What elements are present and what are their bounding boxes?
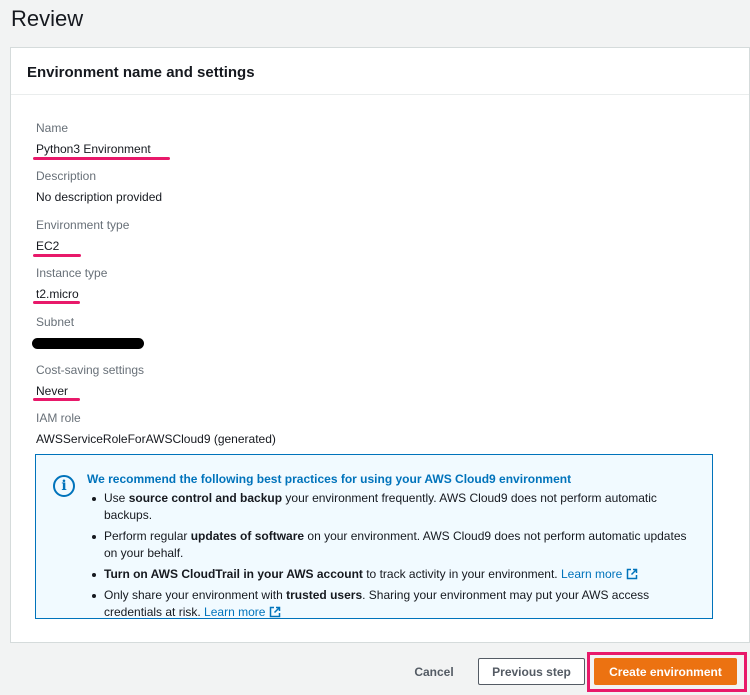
field-value-instance-type: t2.micro [36, 287, 79, 301]
field-value-env-type: EC2 [36, 239, 60, 253]
panel-header: Environment name and settings [11, 48, 749, 95]
highlight-underline-cost-saving [33, 398, 80, 401]
previous-step-button[interactable]: Previous step [478, 658, 585, 685]
field-label-name: Name [36, 121, 69, 135]
list-item: Turn on AWS CloudTrail in your AWS accou… [92, 566, 700, 583]
field-label-env-type: Environment type [36, 218, 130, 232]
list-item: Use source control and backup your envir… [92, 490, 700, 524]
create-environment-button[interactable]: Create environment [594, 658, 737, 685]
field-description: Description No description provided [36, 169, 162, 205]
field-label-subnet: Subnet [36, 315, 75, 329]
external-link-icon[interactable] [269, 606, 281, 618]
field-environment-type: Environment type EC2 [36, 218, 129, 254]
external-link-icon[interactable] [626, 568, 638, 580]
learn-more-link[interactable]: Learn more [204, 605, 265, 619]
info-icon: i [53, 475, 75, 497]
field-label-instance-type: Instance type [36, 266, 108, 280]
field-value-iam-role: AWSServiceRoleForAWSCloud9 (generated) [36, 432, 276, 446]
field-label-description: Description [36, 169, 97, 183]
review-panel: Environment name and settings Name Pytho… [10, 47, 750, 643]
learn-more-link[interactable]: Learn more [561, 567, 622, 581]
field-value-description: No description provided [36, 190, 163, 204]
field-name: Name Python3 Environment [36, 121, 151, 157]
best-practices-list: Use source control and backup your envir… [92, 490, 700, 625]
page-title: Review [11, 6, 84, 31]
field-subnet: Subnet [36, 315, 74, 330]
alert-title: We recommend the following best practice… [87, 472, 572, 486]
field-instance-type: Instance type t2.micro [36, 266, 107, 302]
list-item: Only share your environment with trusted… [92, 587, 700, 621]
field-value-name: Python3 Environment [36, 142, 151, 156]
create-highlight-frame: Create environment [587, 652, 747, 692]
field-iam-role: IAM role AWSServiceRoleForAWSCloud9 (gen… [36, 411, 276, 447]
redacted-subnet-value [32, 338, 144, 349]
highlight-underline-name [33, 157, 170, 160]
form-actions: Cancel Previous step Create environment [0, 652, 750, 692]
field-value-cost-saving: Never [36, 384, 69, 398]
field-label-iam-role: IAM role [36, 411, 81, 425]
field-label-cost-saving: Cost-saving settings [36, 363, 145, 377]
highlight-underline-instance-type [33, 301, 80, 304]
highlight-underline-env-type [33, 254, 81, 257]
field-cost-saving: Cost-saving settings Never [36, 363, 144, 399]
best-practices-alert: i We recommend the following best practi… [35, 454, 713, 619]
cancel-button[interactable]: Cancel [402, 661, 466, 683]
list-item: Perform regular updates of software on y… [92, 528, 700, 562]
